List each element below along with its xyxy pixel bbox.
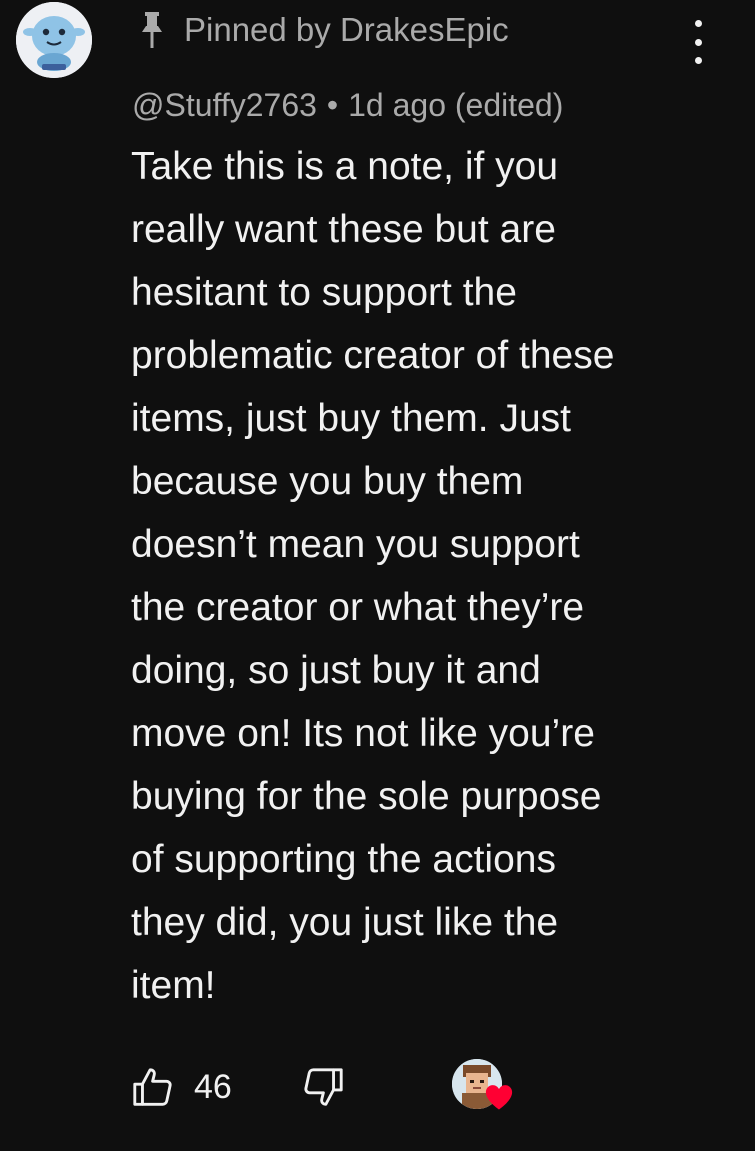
comment-meta: @Stuffy2763 • 1d ago (edited) xyxy=(132,82,563,128)
comment-line: hesitant to support the xyxy=(131,271,517,314)
more-dot xyxy=(694,57,702,64)
heart-icon xyxy=(485,1085,512,1110)
comment-line: the creator or what they’re xyxy=(131,586,585,629)
comment-line: buying for the sole purpose xyxy=(131,775,602,818)
comment-line: doesn’t mean you support xyxy=(131,523,580,566)
comment-line: because you buy them xyxy=(131,460,524,503)
comment-line: items, just buy them. Just xyxy=(131,397,571,440)
comment-line: move on! Its not like you’re xyxy=(131,712,595,755)
like-button[interactable]: 46 xyxy=(130,1064,232,1110)
thumbs-up-icon xyxy=(133,1068,172,1106)
comment-line: doing, so just buy it and xyxy=(131,649,541,692)
comment-line: they did, you just like the xyxy=(131,901,559,944)
like-count: 46 xyxy=(194,1067,232,1106)
comment-line: of supporting the actions xyxy=(131,838,556,881)
creator-heart-badge xyxy=(451,1059,516,1115)
wooper-avatar-image xyxy=(16,2,92,78)
comment-author[interactable]: @Stuffy2763 xyxy=(132,87,317,124)
dislike-button[interactable] xyxy=(300,1064,346,1110)
more-options-button[interactable] xyxy=(684,20,712,64)
pinned-indicator: Pinned by DrakesEpic xyxy=(138,8,509,52)
thumbs-down-icon xyxy=(304,1068,343,1106)
comment-line: Take this is a note, if you xyxy=(131,145,559,188)
more-vertical-icon xyxy=(694,20,702,27)
comment-timestamp: 1d ago (edited) xyxy=(348,86,564,123)
pinned-by-label: Pinned by DrakesEpic xyxy=(184,11,509,48)
comment-line: item! xyxy=(131,964,216,1007)
pin-icon xyxy=(142,12,162,48)
comment-line: problematic creator of these xyxy=(131,334,615,377)
comment-text: Take this is a note, if you really want … xyxy=(131,135,731,1017)
commenter-avatar[interactable] xyxy=(16,2,92,78)
more-dot xyxy=(694,38,702,46)
meta-separator: • xyxy=(326,86,339,123)
comment-line: really want these but are xyxy=(131,208,556,251)
comment-actions: 46 xyxy=(130,1058,516,1116)
